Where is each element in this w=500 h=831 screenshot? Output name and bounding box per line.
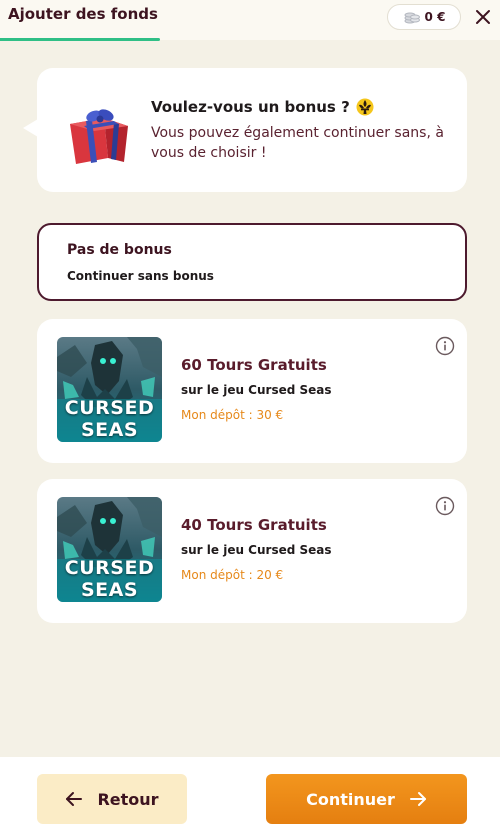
game-logo-line1: CURSED: [64, 557, 155, 579]
offer-title: 40 Tours Gratuits: [181, 516, 327, 534]
offer-deposit: Mon dépôt : 30 €: [181, 408, 284, 422]
gift-icon: [70, 109, 128, 164]
bonus-offer-card[interactable]: CURSED SEAS 40 Tours Gratuits sur le jeu…: [37, 479, 467, 623]
no-bonus-title: Pas de bonus: [67, 242, 172, 258]
balance-value: 0 €: [424, 10, 446, 24]
footer-bar: Retour Continuer: [0, 757, 500, 831]
info-icon[interactable]: [435, 496, 455, 516]
bonus-question-title: Voulez-vous un bonus ?: [151, 98, 374, 116]
game-logo-line1: CURSED: [64, 397, 155, 419]
page-title: Ajouter des fonds: [8, 5, 158, 23]
back-button-label: Retour: [97, 789, 159, 809]
arrow-right-icon: [409, 792, 426, 806]
fleur-de-lis-icon: [356, 98, 374, 116]
offer-game: sur le jeu Cursed Seas: [181, 543, 332, 557]
info-icon[interactable]: [435, 336, 455, 356]
continue-button[interactable]: Continuer: [266, 774, 467, 824]
close-icon: [476, 10, 490, 24]
game-logo-line2: SEAS: [80, 419, 139, 441]
bonus-question-card: Voulez-vous un bonus ? Vous pouvez égale…: [37, 68, 467, 192]
speech-bubble-tail: [23, 119, 38, 137]
offer-title: 60 Tours Gratuits: [181, 356, 327, 374]
offer-game: sur le jeu Cursed Seas: [181, 383, 332, 397]
header: Ajouter des fonds 0 €: [0, 0, 500, 41]
close-button[interactable]: [470, 4, 496, 30]
game-logo-line2: SEAS: [80, 579, 139, 601]
offer-deposit: Mon dépôt : 20 €: [181, 568, 284, 582]
no-bonus-subtitle: Continuer sans bonus: [67, 269, 214, 283]
coins-icon: [404, 12, 420, 24]
continue-button-label: Continuer: [306, 789, 395, 809]
progress-bar: [0, 38, 160, 41]
back-button[interactable]: Retour: [37, 774, 187, 824]
balance-badge[interactable]: 0 €: [387, 4, 461, 30]
game-thumbnail: CURSED SEAS: [57, 497, 162, 602]
no-bonus-option[interactable]: Pas de bonus Continuer sans bonus: [37, 223, 467, 301]
bonus-offer-card[interactable]: CURSED SEAS 60 Tours Gratuits sur le jeu…: [37, 319, 467, 463]
bonus-question-subtitle: Vous pouvez également continuer sans, à …: [151, 125, 444, 161]
game-thumbnail: CURSED SEAS: [57, 337, 162, 442]
arrow-left-icon: [66, 792, 83, 806]
